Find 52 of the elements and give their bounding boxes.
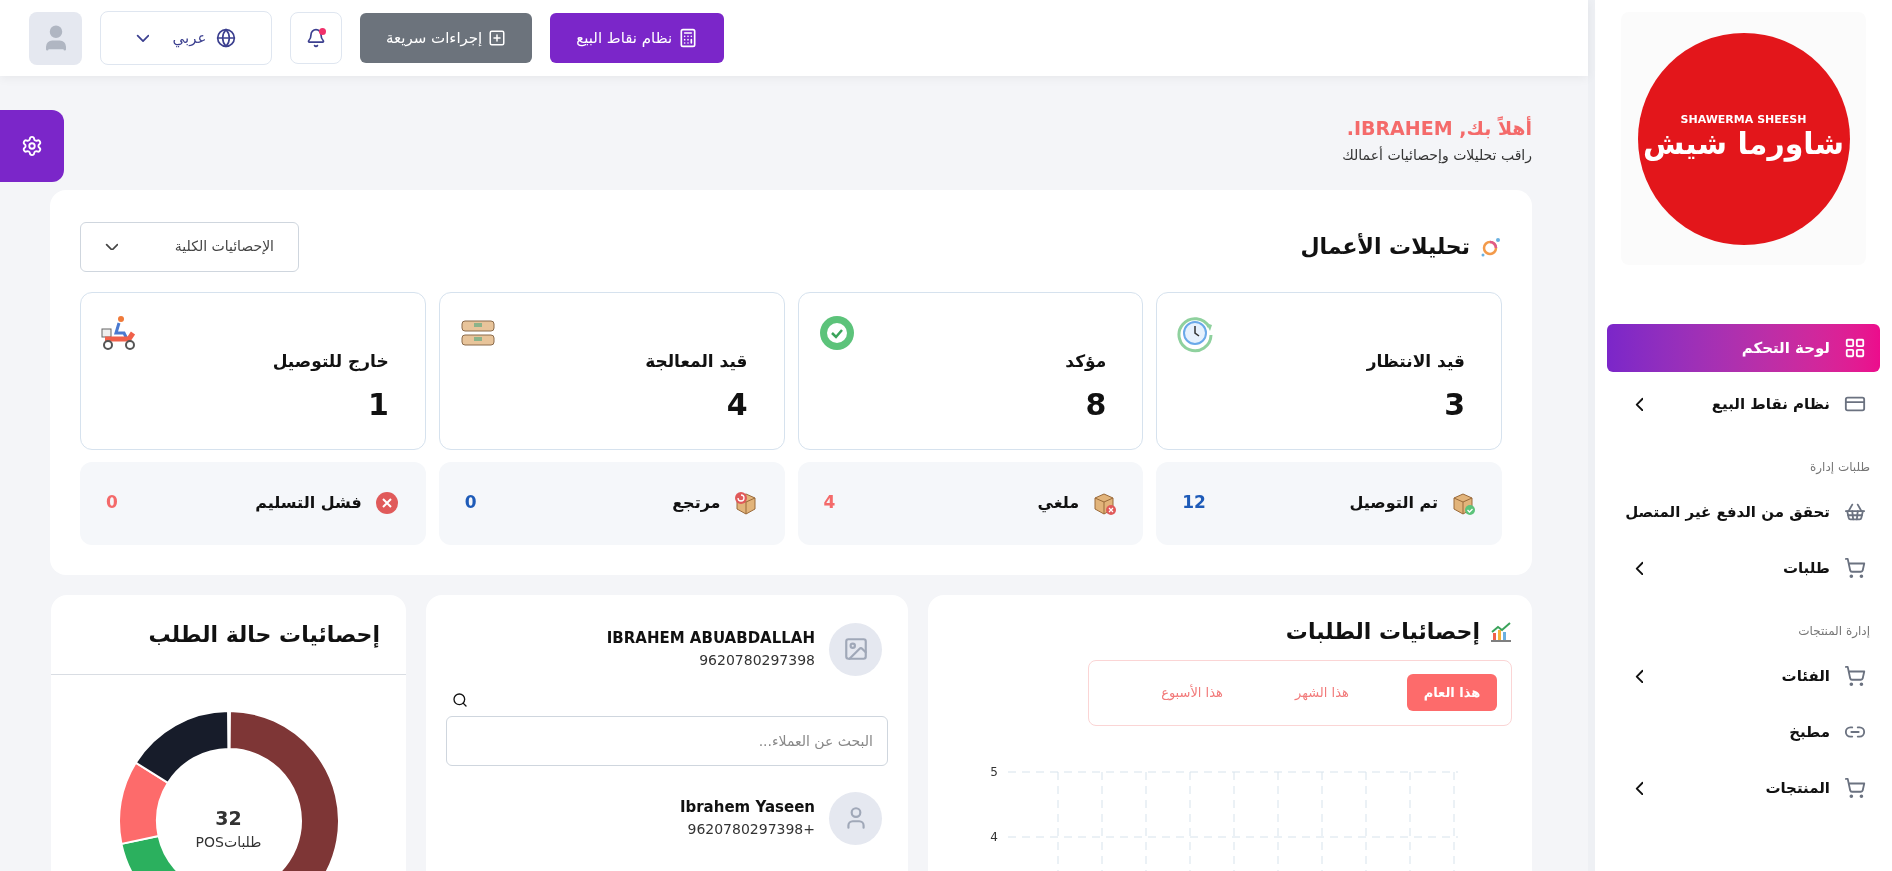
customer-name: IBRAHEM ABUABDALLAH bbox=[606, 628, 815, 650]
sidebar-item-label: تحقق من الدفع غير المتصل bbox=[1624, 501, 1830, 523]
stat-label: مرتجع bbox=[672, 492, 721, 514]
greeting-subtitle: راقب تحليلات وإحصائيات أعمالك bbox=[1342, 145, 1532, 166]
logo-script-text: شاورما شيش bbox=[1642, 125, 1845, 163]
stat-label: ملغي bbox=[1037, 492, 1080, 515]
sidebar-item[interactable]: مطبخ bbox=[1607, 708, 1880, 756]
stat-value: 8 bbox=[1084, 386, 1107, 424]
stat-label: مؤكد bbox=[1065, 349, 1107, 373]
stat-label: فشل التسليم bbox=[255, 492, 362, 514]
sidebar-item-label: الفئات bbox=[1780, 665, 1830, 687]
language-select[interactable]: عربي bbox=[100, 11, 272, 65]
logo-latin-text: SHAWERMA SHEESH bbox=[1680, 114, 1807, 126]
sidebar-item[interactable]: تحقق من الدفع غير المتصل bbox=[1607, 488, 1880, 536]
stat-label: تم التوصيل bbox=[1349, 492, 1438, 514]
sidebar-item-label: لوحة التحكم bbox=[1740, 337, 1830, 359]
sidebar-section-label: طلبات إدارة bbox=[1810, 459, 1870, 476]
period-select[interactable]: الإحصائيات الكلية bbox=[80, 221, 299, 272]
sidebar-item-label: المنتجات bbox=[1764, 777, 1830, 799]
customer-name: Ibrahem Yaseen bbox=[679, 797, 815, 819]
customer-phone: +9620780297398 bbox=[686, 819, 815, 839]
y-tick-label: 4 bbox=[990, 829, 998, 844]
analytics-title: تحليلات الأعمال bbox=[1300, 232, 1470, 261]
customer-phone: 9620780297398 bbox=[698, 650, 815, 670]
donut-total: 32 bbox=[215, 805, 242, 831]
sidebar-item-label: طلبات bbox=[1781, 557, 1830, 579]
orders-stats-title: إحصائيات الطلبات bbox=[1285, 617, 1480, 647]
sidebar-item-label: مطبخ bbox=[1788, 721, 1830, 743]
sidebar-item[interactable]: الفئات bbox=[1607, 652, 1880, 700]
sidebar-item[interactable]: المنتجات bbox=[1607, 764, 1880, 812]
stat-value: 4 bbox=[823, 491, 836, 515]
donut-total-label: طلباتPOS bbox=[195, 833, 262, 853]
sidebar-section-label: إدارة المنتجات bbox=[1798, 623, 1870, 640]
stat-value: 4 bbox=[725, 386, 748, 424]
stat-label: قيد الانتظار bbox=[1366, 349, 1465, 373]
greeting-title: أهلاً بك, IBRAHEM. bbox=[1346, 115, 1532, 141]
stat-value: 0 bbox=[106, 491, 118, 515]
stat-label: خارج للتوصيل bbox=[272, 349, 389, 374]
sidebar-item-label: نظام نقاط البيع bbox=[1710, 393, 1830, 415]
quick-actions-button[interactable]: إجراءات سريعة bbox=[360, 13, 533, 63]
customer-search-field[interactable]: البحث عن العملاء... bbox=[446, 715, 888, 766]
stat-value: 12 bbox=[1182, 491, 1206, 515]
sidebar-item[interactable]: نظام نقاط البيع bbox=[1607, 380, 1880, 428]
order-status-title: إحصائيات حالة الطلب bbox=[148, 620, 380, 650]
stat-label: قيد المعالجة bbox=[645, 349, 748, 373]
stat-value: 1 bbox=[366, 386, 389, 424]
stat-value: 3 bbox=[1443, 386, 1465, 424]
sidebar-item[interactable]: طلبات bbox=[1607, 544, 1880, 592]
pos-button[interactable]: نظام نقاط البيع bbox=[550, 13, 725, 63]
y-tick-label: 5 bbox=[990, 764, 998, 779]
sidebar-item[interactable]: لوحة التحكم bbox=[1607, 324, 1880, 372]
stat-value: 0 bbox=[464, 491, 477, 515]
